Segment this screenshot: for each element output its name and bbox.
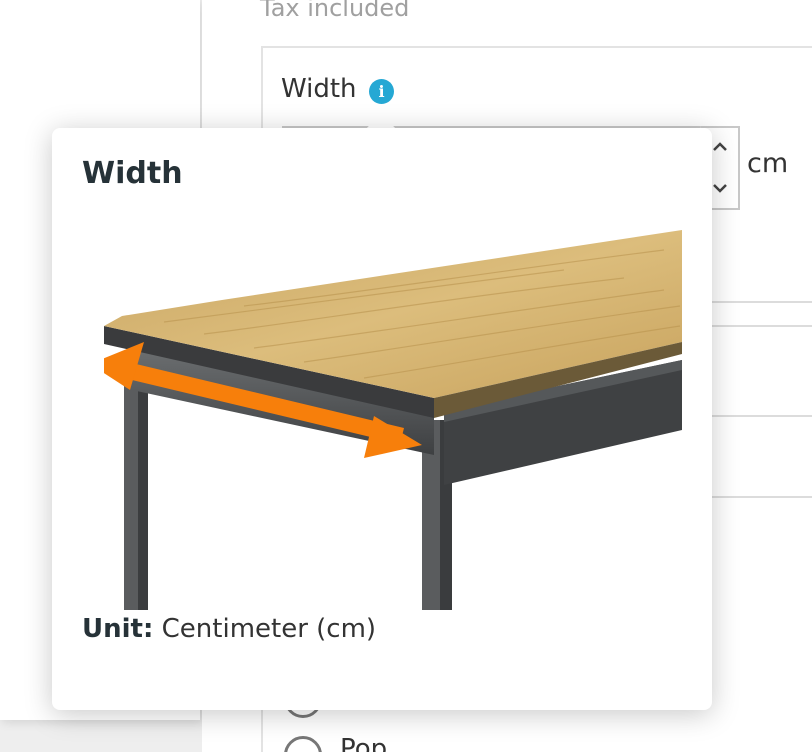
width-label: Width (281, 74, 357, 104)
tooltip-unit: Unit: Centimeter (cm) (82, 614, 376, 644)
divider (712, 301, 812, 303)
info-icon[interactable]: i (369, 79, 394, 104)
tooltip-arrow (366, 113, 396, 129)
table-width-illustration (104, 230, 682, 610)
unit-label: cm (747, 148, 789, 179)
unit-value: Centimeter (cm) (161, 614, 377, 644)
info-tooltip: Width Unit: Centimeter (cm) (52, 128, 712, 710)
divider (712, 415, 812, 417)
divider (712, 325, 812, 327)
tax-note: Tax included (260, 0, 410, 22)
tooltip-title: Width (82, 156, 183, 191)
unit-key: Unit: (82, 614, 154, 644)
divider (712, 496, 812, 498)
option-label: Pop (340, 734, 388, 752)
